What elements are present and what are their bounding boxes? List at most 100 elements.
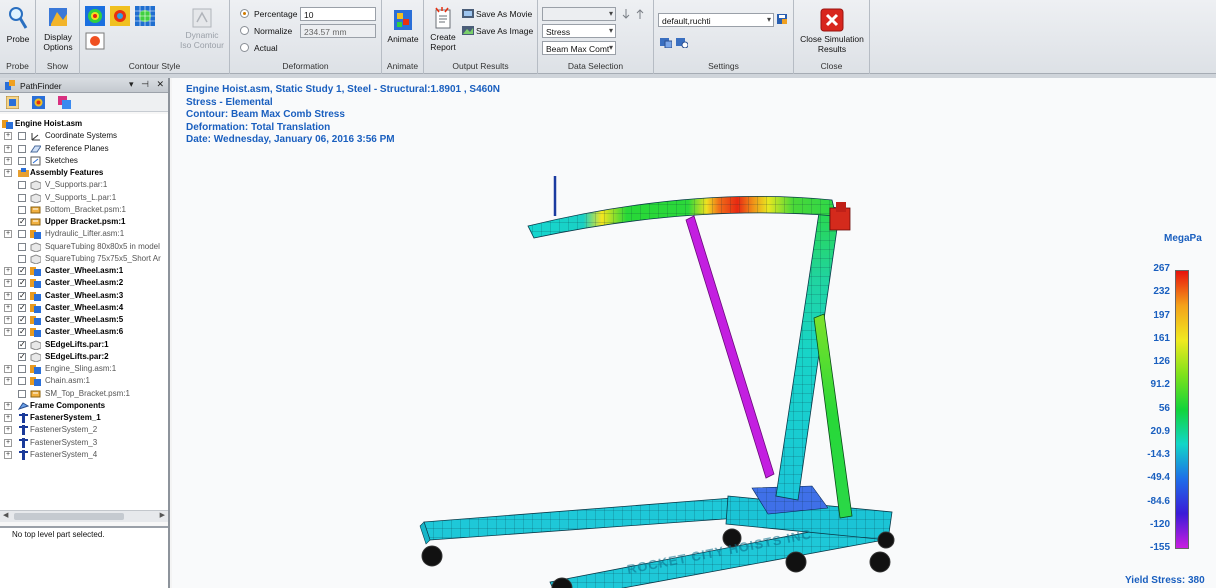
tree-visibility-checkbox[interactable]	[18, 205, 26, 214]
tree-expand-toggle[interactable]: +	[4, 401, 12, 410]
tree-row[interactable]: + FastenerSystem_4	[0, 449, 168, 461]
tree-row[interactable]: + Caster_Wheel.asm:4	[0, 302, 168, 314]
tree-expand-toggle[interactable]: +	[4, 230, 12, 239]
tree-row[interactable]: + FastenerSystem_2	[0, 424, 168, 436]
tree-expand-toggle[interactable]: +	[4, 279, 12, 288]
tree-row[interactable]: Upper Bracket.psm:1	[0, 216, 168, 228]
tree-row[interactable]: + FastenerSystem_3	[0, 437, 168, 449]
pathfinder-horizontal-scrollbar[interactable]: ◀ ▶	[0, 510, 168, 522]
settings-manage-icon[interactable]	[660, 36, 672, 48]
tree-visibility-checkbox[interactable]	[18, 290, 26, 302]
contour-outline-icon[interactable]	[85, 32, 105, 50]
tree-row[interactable]: + Sketches	[0, 155, 168, 167]
tree-expand-toggle[interactable]: +	[4, 316, 12, 324]
tree-row[interactable]: + Coordinate Systems	[0, 130, 168, 142]
tree-expand-toggle[interactable]: +	[4, 328, 12, 337]
settings-profile-select[interactable]: default,ruchti	[658, 13, 774, 27]
dynamic-iso-contour-button[interactable]: Dynamic Iso Contour	[178, 8, 226, 50]
tree-row[interactable]: + Caster_Wheel.asm:1	[0, 265, 168, 277]
tree-visibility-checkbox[interactable]	[18, 230, 26, 239]
tree-expand-toggle[interactable]: +	[4, 156, 12, 165]
tree-expand-toggle[interactable]: +	[4, 377, 12, 386]
contour-banded-icon[interactable]	[110, 6, 130, 26]
pathfinder-pin-button[interactable]: ⊣	[141, 79, 149, 89]
normalize-radio[interactable]	[240, 26, 249, 35]
tree-row[interactable]: + Caster_Wheel.asm:3	[0, 290, 168, 302]
tree-row[interactable]: + Caster_Wheel.asm:6	[0, 326, 168, 338]
percentage-radio[interactable]	[240, 9, 249, 18]
tree-expand-toggle[interactable]: +	[4, 438, 12, 447]
tree-row[interactable]: V_Supports_L.par:1	[0, 192, 168, 204]
close-simulation-results-button[interactable]: Close Simulation Results	[796, 8, 868, 54]
tree-expand-toggle[interactable]: +	[4, 365, 12, 373]
tree-row[interactable]: + FastenerSystem_1	[0, 412, 168, 424]
tree-visibility-checkbox[interactable]	[18, 277, 26, 289]
tree-visibility-checkbox[interactable]	[18, 326, 26, 338]
percentage-field[interactable]: 10	[300, 7, 376, 21]
tree-expand-toggle[interactable]: +	[4, 267, 12, 275]
tree-visibility-checkbox[interactable]	[18, 216, 26, 228]
assembly-view-icon[interactable]	[6, 96, 19, 109]
tree-row[interactable]: SquareTubing 75x75x5_Short Ar	[0, 253, 168, 265]
tree-visibility-checkbox[interactable]	[18, 302, 26, 314]
contour-smooth-icon[interactable]	[85, 6, 105, 26]
tree-visibility-checkbox[interactable]	[18, 193, 26, 202]
tree-expand-toggle[interactable]: +	[4, 450, 12, 459]
result-component-select[interactable]: Beam Max Comt	[542, 41, 616, 55]
tree-row[interactable]: SEdgeLifts.par:1	[0, 339, 168, 351]
tree-expand-toggle[interactable]: +	[4, 414, 12, 422]
tree-row[interactable]: Engine Hoist.asm	[0, 118, 168, 130]
tree-row[interactable]: + Hydraulic_Lifter.asm:1	[0, 228, 168, 240]
results-view-icon[interactable]	[32, 96, 45, 109]
tree-expand-toggle[interactable]: +	[4, 132, 12, 141]
animate-button[interactable]: Animate	[384, 8, 422, 44]
layers-view-icon[interactable]	[58, 96, 71, 109]
settings-save-icon[interactable]	[776, 13, 788, 25]
tree-row[interactable]: Bottom_Bracket.psm:1	[0, 204, 168, 216]
normalize-field[interactable]: 234.57 mm	[300, 24, 376, 38]
step-up-icon[interactable]	[636, 8, 644, 20]
tree-row[interactable]: + Caster_Wheel.asm:5	[0, 314, 168, 326]
tree-row[interactable]: + Chain.asm:1	[0, 375, 168, 387]
contour-mesh-icon[interactable]	[135, 6, 155, 26]
settings-delete-icon[interactable]	[676, 36, 688, 48]
tree-visibility-checkbox[interactable]	[18, 181, 26, 190]
tree-row[interactable]: V_Supports.par:1	[0, 179, 168, 191]
tree-expand-toggle[interactable]: +	[4, 144, 12, 153]
save-as-image-button[interactable]: Save As Image	[462, 25, 536, 37]
tree-row[interactable]: + Reference Planes	[0, 143, 168, 155]
pathfinder-menu-button[interactable]: ▾	[129, 79, 134, 89]
pathfinder-close-button[interactable]: ✕	[156, 79, 164, 89]
tree-visibility-checkbox[interactable]	[18, 365, 26, 373]
tree-visibility-checkbox[interactable]	[18, 265, 26, 277]
step-down-icon[interactable]	[622, 8, 630, 20]
tree-expand-toggle[interactable]: +	[4, 291, 12, 300]
scroll-thumb[interactable]	[14, 513, 124, 520]
scroll-right-arrow-icon[interactable]: ▶	[160, 511, 165, 519]
tree-visibility-checkbox[interactable]	[18, 156, 26, 165]
create-report-button[interactable]: Create Report	[426, 6, 460, 52]
tree-row[interactable]: + Caster_Wheel.asm:2	[0, 277, 168, 289]
save-as-movie-button[interactable]: Save As Movie	[462, 8, 536, 20]
tree-visibility-checkbox[interactable]	[18, 254, 26, 263]
tree-visibility-checkbox[interactable]	[18, 351, 26, 363]
tree-row[interactable]: SM_Top_Bracket.psm:1	[0, 388, 168, 400]
tree-visibility-checkbox[interactable]	[18, 389, 26, 398]
result-set-select[interactable]	[542, 7, 616, 21]
tree-visibility-checkbox[interactable]	[18, 339, 26, 351]
actual-radio[interactable]	[240, 43, 249, 52]
tree-row[interactable]: SquareTubing 80x80x5 in model	[0, 241, 168, 253]
probe-button[interactable]: Probe	[2, 6, 34, 44]
tree-expand-toggle[interactable]: +	[4, 303, 12, 312]
engine-hoist-model[interactable]: ROCKET CITY HOISTS INC	[172, 78, 1216, 588]
result-type-select[interactable]: Stress	[542, 24, 616, 38]
tree-visibility-checkbox[interactable]	[18, 242, 26, 251]
graphics-viewport[interactable]: Engine Hoist.asm, Static Study 1, Steel …	[172, 78, 1216, 588]
tree-expand-toggle[interactable]: +	[4, 426, 12, 435]
tree-row[interactable]: + Frame Components	[0, 400, 168, 412]
tree-visibility-checkbox[interactable]	[18, 377, 26, 386]
tree-visibility-checkbox[interactable]	[18, 144, 26, 153]
scroll-left-arrow-icon[interactable]: ◀	[3, 511, 8, 519]
tree-visibility-checkbox[interactable]	[18, 132, 26, 141]
display-options-button[interactable]: Display Options	[38, 6, 78, 52]
